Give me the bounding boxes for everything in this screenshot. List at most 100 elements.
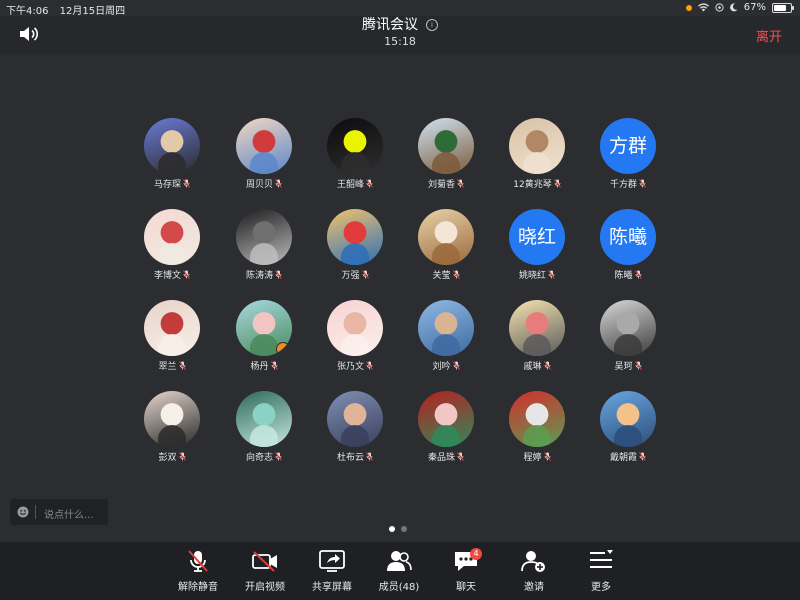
participant-tile[interactable]: 李博文 <box>132 209 212 281</box>
avatar <box>600 300 656 356</box>
participant-tile[interactable]: 翠兰 <box>132 300 212 372</box>
mic-muted-icon <box>543 452 551 461</box>
battery-icon <box>772 2 794 13</box>
unmute-label: 解除静音 <box>178 582 218 593</box>
mic-muted-icon <box>178 361 186 370</box>
avatar <box>509 300 565 356</box>
avatar <box>144 118 200 174</box>
share-screen-label: 共享屏幕 <box>312 582 352 593</box>
mic-muted-icon <box>639 179 646 188</box>
participant-name: 杜布云 <box>336 453 364 463</box>
participant-name-row: 程婷 <box>497 450 577 463</box>
mic-muted-icon <box>178 452 186 461</box>
participant-name-row: 杜布云 <box>315 450 395 463</box>
start-video-button[interactable]: 开启视频 <box>235 548 295 593</box>
meeting-title-row[interactable]: 腾讯会议 i <box>0 16 800 34</box>
avatar <box>327 209 383 265</box>
participant-tile[interactable]: 刘菊香 <box>406 118 486 190</box>
participant-tile[interactable]: 王韶峰 <box>315 118 395 190</box>
mic-muted-icon <box>452 361 460 370</box>
participant-name-row: 戚琳 <box>497 359 577 372</box>
mic-active-indicator-icon <box>685 4 692 11</box>
share-screen-icon <box>319 550 345 572</box>
participant-tile[interactable]: 秦品珠 <box>406 391 486 463</box>
page-dot-1[interactable] <box>389 526 395 532</box>
mic-muted-icon <box>543 361 551 370</box>
participant-name: 马存琛 <box>153 180 181 190</box>
participant-tile[interactable]: 杨丹 <box>224 300 304 372</box>
leave-button[interactable]: 离开 <box>756 26 782 45</box>
participant-tile[interactable]: 周贝贝 <box>224 118 304 190</box>
meeting-duration: 15:18 <box>384 35 416 48</box>
info-icon[interactable]: i <box>426 19 438 31</box>
participant-tile[interactable]: 戚琳 <box>497 300 577 372</box>
meeting-title: 腾讯会议 <box>362 17 418 33</box>
participant-tile[interactable]: 程婷 <box>497 391 577 463</box>
avatar <box>418 300 474 356</box>
participant-name-row: 12黄兆琴 <box>497 177 577 190</box>
participant-name: 陈曦 <box>614 271 633 281</box>
participant-tile[interactable]: 陈涛涛 <box>224 209 304 281</box>
chat-button[interactable]: 4 聊天 <box>436 548 496 593</box>
participant-name: 关莹 <box>432 271 451 281</box>
page-dot-2[interactable] <box>401 526 407 532</box>
participant-name-row: 万强 <box>315 268 395 281</box>
mic-muted-icon <box>634 270 642 279</box>
members-label: 成员(48) <box>378 582 420 593</box>
participant-tile[interactable]: 陈曦 陈曦 <box>588 209 668 281</box>
avatar <box>418 209 474 265</box>
participant-name: 陈涛涛 <box>245 271 273 281</box>
participant-tile[interactable]: 晓红 姚晓红 <box>497 209 577 281</box>
participant-tile[interactable]: 张乃文 <box>315 300 395 372</box>
avatar <box>236 391 292 447</box>
mic-muted-icon <box>634 361 642 370</box>
mic-muted-icon <box>366 452 373 461</box>
participant-tile[interactable]: 彭双 <box>132 391 212 463</box>
participant-name-row: 李博文 <box>132 268 212 281</box>
participant-tile[interactable]: 方群 千方群 <box>588 118 668 190</box>
mic-muted-icon <box>275 452 282 461</box>
chat-unread-badge: 4 <box>470 548 482 560</box>
members-button[interactable]: 成员(48) <box>369 548 429 593</box>
participant-tile[interactable]: 杜布云 <box>315 391 395 463</box>
participant-tile[interactable]: 关莹 <box>406 209 486 281</box>
participant-name: 戴朝霞 <box>609 453 637 463</box>
chat-input[interactable]: 说点什么... <box>10 499 108 525</box>
wifi-icon <box>697 3 709 12</box>
participant-tile[interactable]: 刘吟 <box>406 300 486 372</box>
mic-muted-icon <box>275 270 282 279</box>
participant-name-row: 吴珂 <box>588 359 668 372</box>
host-badge-icon <box>276 342 290 356</box>
emoji-icon[interactable] <box>17 506 29 518</box>
members-icon <box>387 551 412 571</box>
participant-name: 刘菊香 <box>427 180 455 190</box>
avatar-initials: 晓红 <box>517 226 556 248</box>
participant-tile[interactable]: 向奇志 <box>224 391 304 463</box>
more-button[interactable]: 更多 <box>571 548 631 593</box>
avatar <box>236 209 292 265</box>
participant-tile[interactable]: 戴朝霞 <box>588 391 668 463</box>
unmute-button[interactable]: 解除静音 <box>168 548 228 593</box>
location-icon <box>715 3 724 12</box>
participant-name-row: 姚晓红 <box>497 268 577 281</box>
avatar <box>144 300 200 356</box>
participant-name-row: 彭双 <box>132 450 212 463</box>
participant-tile[interactable]: 马存琛 <box>132 118 212 190</box>
participant-tile[interactable]: 吴珂 <box>588 300 668 372</box>
invite-button[interactable]: 邀请 <box>504 548 564 593</box>
share-screen-button[interactable]: 共享屏幕 <box>302 548 362 593</box>
page-indicator[interactable] <box>386 517 410 536</box>
participant-name: 刘吟 <box>432 362 451 372</box>
participant-tile[interactable]: 万强 <box>315 209 395 281</box>
mic-muted-icon <box>275 179 282 188</box>
mic-muted-icon <box>183 270 190 279</box>
avatar: 晓红 <box>509 209 565 265</box>
mic-muted-icon <box>366 361 373 370</box>
participant-tile[interactable]: 12黄兆琴 <box>497 118 577 190</box>
avatar-initials: 陈曦 <box>608 226 647 248</box>
participant-name-row: 陈曦 <box>588 268 668 281</box>
participant-name-row: 马存琛 <box>132 177 212 190</box>
participant-name-row: 千方群 <box>588 177 668 190</box>
participant-name: 千方群 <box>609 180 637 190</box>
avatar <box>236 300 292 356</box>
